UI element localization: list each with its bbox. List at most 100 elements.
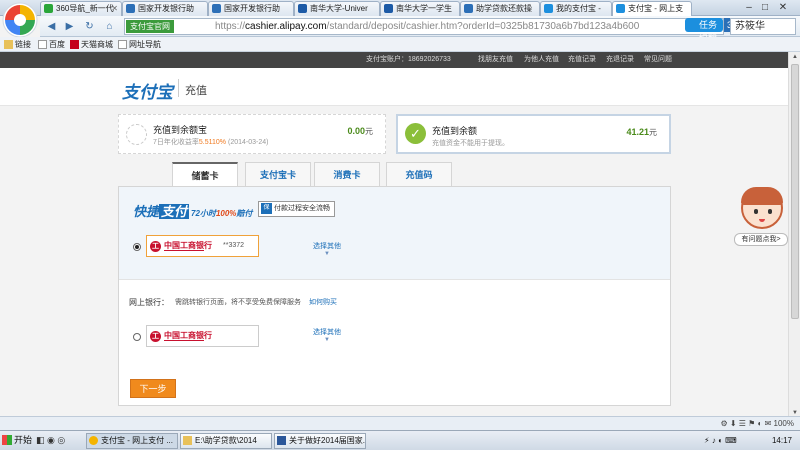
forward-icon[interactable]: ▶	[62, 19, 77, 34]
bookmark-tmall[interactable]: 天猫商城	[70, 38, 113, 51]
clock: 14:17	[771, 436, 792, 445]
netbank-radio[interactable]	[133, 333, 141, 341]
home-icon[interactable]: ⌂	[102, 19, 117, 34]
favicon-icon	[464, 4, 473, 13]
vertical-scrollbar[interactable]: ▲ ▼	[788, 52, 800, 430]
card-title: 充值到余额宝	[153, 125, 208, 135]
payment-panel: 快捷 支付 72小时100%赔付 保付款过程安全流畅 工 中国工商银行 **3372…	[118, 186, 671, 406]
task-reminder-badge[interactable]: 任务提醒3	[685, 18, 735, 44]
start-button[interactable]: 开始	[0, 432, 34, 449]
choose-other-netbank-link[interactable]: 选择其他 ▼	[307, 327, 347, 343]
browser-tab[interactable]: 助学贷款还款操	[460, 1, 540, 16]
browser-tab[interactable]: 国家开发银行助	[122, 1, 208, 16]
bookmarks-bar: 链接 百度 天猫商城 网址导航	[0, 37, 800, 52]
page-icon	[38, 40, 47, 49]
browser-status-bar: ⚙ ⬇ ☰ ⚑ ◐ ✉ 100%	[0, 416, 800, 430]
netbank-option[interactable]: 工 中国工商银行	[146, 325, 259, 347]
topbar-link-friend-recharge[interactable]: 找朋友充值	[478, 52, 513, 68]
browser-tab[interactable]: 南华大学-Univer	[294, 1, 380, 16]
topbar-link-refund-records[interactable]: 充退记录	[606, 52, 634, 68]
favicon-icon	[384, 4, 393, 13]
favicon-icon	[44, 4, 53, 13]
back-icon[interactable]: ◀	[44, 19, 59, 34]
card-subtitle: 7日年化收益率5.5110% (2014-03-24)	[153, 139, 269, 146]
account-label: 支付宝账户：18692026733	[366, 56, 451, 63]
how-to-buy-link[interactable]: 如何购买	[309, 297, 337, 307]
site-identity-badge: 支付宝官网	[126, 20, 174, 33]
close-tab-icon[interactable]: ✕	[111, 2, 118, 15]
search-input[interactable]: 苏筱华	[730, 18, 796, 35]
refresh-icon[interactable]: ↻	[82, 19, 97, 34]
windows-logo-icon	[2, 435, 12, 445]
browser-tab-strip: 360导航_新一代 ✕ 国家开发银行助 国家开发银行助 南华大学-Univer 南…	[0, 0, 800, 16]
minimize-icon[interactable]: –	[742, 1, 756, 15]
maximize-icon[interactable]: □	[758, 1, 772, 15]
system-tray: ⚡ ♪ ◐ ⌨ 14:17	[700, 432, 800, 449]
quicklaunch-icons[interactable]: ◧ ◉ ◎	[36, 435, 65, 446]
quick-bank-option[interactable]: 工 中国工商银行 **3372	[146, 235, 259, 257]
divider	[164, 250, 204, 251]
favicon-icon	[298, 4, 307, 13]
alipay-logo[interactable]: 支付宝	[122, 78, 173, 103]
quickpay-section: 快捷 支付 72小时100%赔付 保付款过程安全流畅 工 中国工商银行 **3372…	[119, 187, 670, 279]
windows-taskbar: 开始 ◧ ◉ ◎ 支付宝 - 网上支付 ... E:\助学贷款\2014 关于做…	[0, 430, 800, 450]
next-step-button[interactable]: 下一步	[130, 379, 176, 398]
page-header: 支付宝 充值	[0, 68, 788, 106]
status-icons: ⚙ ⬇ ☰ ⚑ ◐ ✉ 100%	[720, 419, 794, 428]
browser-logo-icon[interactable]	[0, 0, 40, 40]
browser-tab[interactable]: 360导航_新一代 ✕	[40, 1, 122, 16]
bookmark-links[interactable]: 链接	[4, 38, 31, 51]
card-amount: 41.21元	[626, 127, 657, 137]
divider	[178, 79, 179, 97]
close-window-icon[interactable]: ✕	[776, 1, 790, 15]
tray-icons[interactable]: ⚡ ♪ ◐ ⌨	[704, 432, 737, 449]
tab-consumer-card[interactable]: 消费卡	[314, 162, 380, 187]
scroll-up-icon[interactable]: ▲	[790, 52, 800, 62]
folder-icon	[183, 436, 192, 445]
browser-tab[interactable]: 国家开发银行助	[208, 1, 294, 16]
page-icon	[118, 40, 127, 49]
taskbar-task[interactable]: 关于做好2014届国家...	[274, 433, 366, 449]
netbank-note: 需跳转银行页面，将不享受免费保障服务	[175, 299, 301, 306]
url-field[interactable]: 支付宝官网 https://cashier.alipay.com/standar…	[124, 18, 735, 44]
icbc-logo-icon: 工	[150, 331, 161, 342]
tab-debit-card[interactable]: 储蓄卡	[172, 162, 238, 188]
tab-recharge-code[interactable]: 充值码	[386, 162, 452, 187]
bookmark-baidu[interactable]: 百度	[38, 38, 65, 51]
security-info-button[interactable]: 保付款过程安全流畅	[258, 201, 335, 217]
topbar-link-recharge-others[interactable]: 为他人充值	[524, 52, 559, 68]
browser-icon	[89, 436, 98, 445]
taskbar-task[interactable]: 支付宝 - 网上支付 ...	[86, 433, 178, 449]
word-doc-icon	[277, 436, 286, 445]
topbar-link-recharge-records[interactable]: 充值记录	[568, 52, 596, 68]
page-title: 充值	[185, 85, 207, 97]
bookmark-nav[interactable]: 网址导航	[118, 38, 161, 51]
quickpay-logo: 快捷 支付 72小时100%赔付	[133, 204, 253, 219]
icbc-logo-icon: 工	[150, 241, 161, 252]
netbank-label: 网上银行：	[129, 298, 169, 307]
chevron-down-icon: ▼	[324, 337, 330, 343]
payment-tabs: 储蓄卡 支付宝卡 消费卡 充值码	[118, 162, 671, 188]
favicon-icon	[212, 4, 221, 13]
tab-alipay-card[interactable]: 支付宝卡	[245, 162, 311, 187]
card-subtitle: 充值资金不能用于提现。	[432, 140, 509, 147]
choose-other-bank-link[interactable]: 选择其他 ▼	[307, 241, 347, 257]
recharge-to-balance-card[interactable]: ✓ 充值到余额 充值资金不能用于提现。 41.21元	[396, 114, 671, 154]
tmall-icon	[70, 40, 79, 49]
browser-tab-active[interactable]: 支付宝 - 网上支	[612, 1, 692, 16]
help-mascot[interactable]: 有问题点我>	[734, 187, 788, 253]
recharge-to-yuebao-card[interactable]: 充值到余额宝 7日年化收益率5.5110% (2014-03-24) 0.00元	[118, 114, 386, 154]
browser-tab[interactable]: 我的支付宝 -	[540, 1, 612, 16]
topbar-link-faq[interactable]: 常见问题	[644, 52, 672, 68]
browser-tab[interactable]: 南华大学一学生	[380, 1, 460, 16]
quick-bank-radio[interactable]	[133, 243, 141, 251]
card-title: 充值到余额	[432, 126, 478, 136]
help-question-bubble[interactable]: 有问题点我>	[734, 233, 788, 246]
card-number: **3372	[223, 242, 245, 249]
chevron-down-icon: ▼	[324, 251, 330, 257]
taskbar-task[interactable]: E:\助学贷款\2014	[180, 433, 272, 449]
scrollbar-thumb[interactable]	[791, 64, 799, 319]
favicon-icon	[126, 4, 135, 13]
favicon-icon	[616, 4, 625, 13]
account-topbar: 支付宝账户：18692026733 找朋友充值 为他人充值 充值记录 充退记录 …	[0, 52, 788, 68]
